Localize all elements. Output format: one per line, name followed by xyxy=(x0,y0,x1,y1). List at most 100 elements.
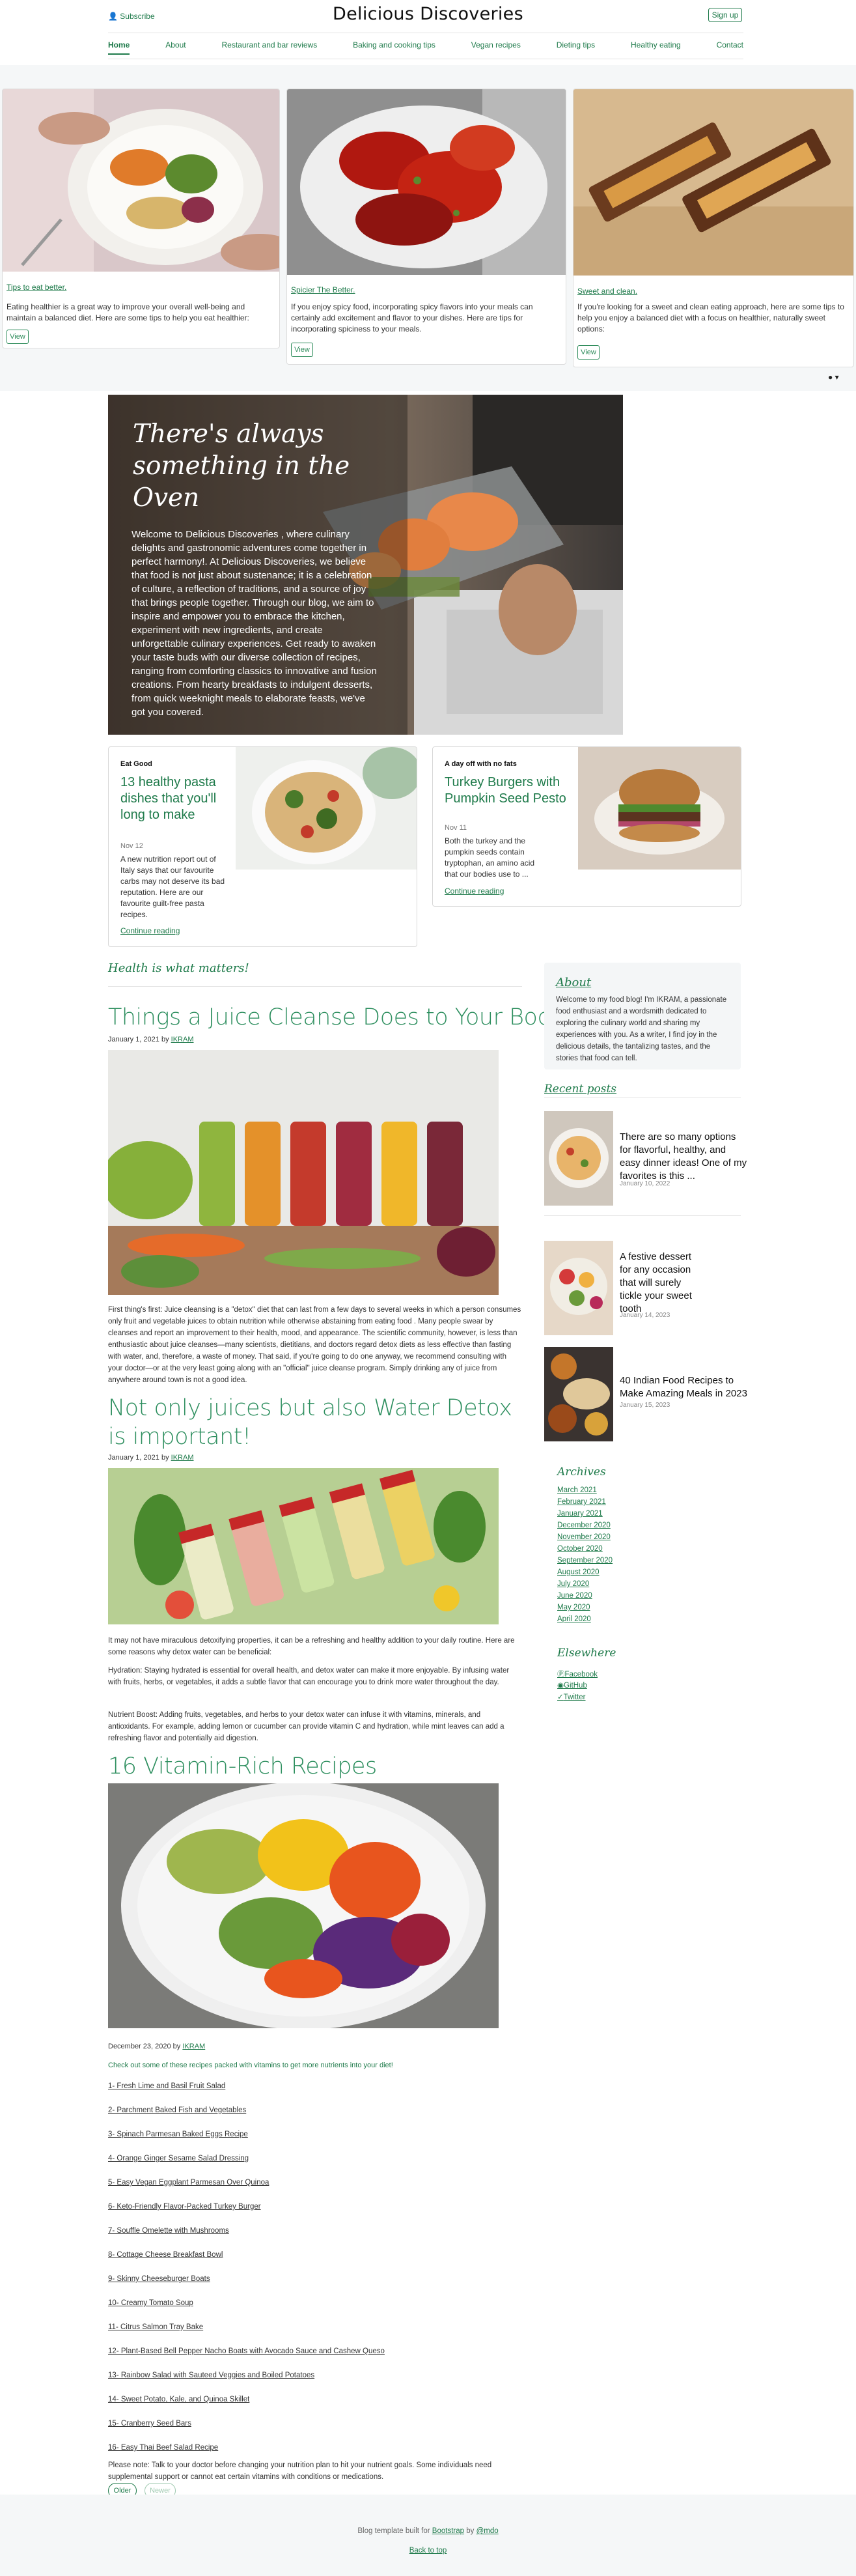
post-image-vitamin-bowl xyxy=(108,1783,499,2028)
post-paragraph: It may not have miraculous detoxifying p… xyxy=(108,1637,515,1656)
continue-reading-link[interactable]: Continue reading xyxy=(120,926,180,935)
recent-post-title[interactable]: There are so many options for flavorful,… xyxy=(620,1131,747,1183)
recipe-link[interactable]: 12- Plant-Based Bell Pepper Nacho Boats … xyxy=(108,2347,385,2355)
post-author-link[interactable]: IKRAM xyxy=(171,1036,194,1043)
card-text: If you enjoy spicy food, incorporating s… xyxy=(291,302,533,333)
carousel-card: Spicier The Better. If you enjoy spicy f… xyxy=(286,89,566,365)
carousel-indicator[interactable]: ● ▾ xyxy=(828,373,839,382)
archive-link[interactable]: July 2020 xyxy=(557,1580,589,1588)
hero-text: Welcome to Delicious Discoveries , where… xyxy=(131,529,377,718)
recipe-link[interactable]: 5- Easy Vegan Eggplant Parmesan Over Qui… xyxy=(108,2179,269,2187)
nav-about[interactable]: About xyxy=(165,40,186,55)
elsewhere-title: Elsewhere xyxy=(557,1647,616,1660)
recent-post-thumbnail[interactable] xyxy=(544,1347,613,1441)
featured-title[interactable]: Turkey Burgers with Pumpkin Seed Pesto xyxy=(445,774,575,807)
recipe-link[interactable]: 6- Keto-Friendly Flavor-Packed Turkey Bu… xyxy=(108,2203,261,2211)
post-title[interactable]: Things a Juice Cleanse Does to Your Body xyxy=(108,1003,565,1032)
archive-link[interactable]: December 2020 xyxy=(557,1522,611,1529)
card-title[interactable]: Tips to eat better. xyxy=(7,283,66,292)
back-to-top-link[interactable]: Back to top xyxy=(0,2547,856,2555)
recipe-link[interactable]: 8- Cottage Cheese Breakfast Bowl xyxy=(108,2251,223,2259)
recent-divider xyxy=(544,1215,741,1216)
recent-post-title[interactable]: A festive dessert for any occasion that … xyxy=(620,1251,698,1316)
nav-healthy-eating[interactable]: Healthy eating xyxy=(631,40,681,55)
recipe-link[interactable]: 10- Creamy Tomato Soup xyxy=(108,2299,193,2307)
archive-link[interactable]: February 2021 xyxy=(557,1498,606,1506)
section-title: Health is what matters! xyxy=(108,961,249,975)
bootstrap-link[interactable]: Bootstrap xyxy=(432,2527,464,2535)
nav-baking-tips[interactable]: Baking and cooking tips xyxy=(353,40,435,55)
nav-home[interactable]: Home xyxy=(108,40,130,55)
recent-posts-title: Recent posts xyxy=(544,1083,617,1096)
post-paragraph: Nutrient Boost: Adding fruits, vegetable… xyxy=(108,1711,504,1742)
signup-button[interactable]: Sign up xyxy=(708,8,742,22)
recent-post-date: January 14, 2023 xyxy=(620,1312,670,1319)
featured-image-burger xyxy=(578,747,741,870)
recipe-link[interactable]: 16- Easy Thai Beef Salad Recipe xyxy=(108,2444,218,2452)
archive-link[interactable]: June 2020 xyxy=(557,1592,592,1600)
hero-title: There's always something in the Oven xyxy=(133,419,350,513)
subscribe-label: Subscribe xyxy=(120,12,155,21)
twitter-link[interactable]: ✓Twitter xyxy=(557,1692,586,1701)
recipe-link[interactable]: 11- Citrus Salmon Tray Bake xyxy=(108,2323,203,2331)
card-image-sweet-bars xyxy=(573,89,853,276)
post-intro: Check out some of these recipes packed w… xyxy=(108,2061,393,2069)
recipe-link[interactable]: 1- Fresh Lime and Basil Fruit Salad xyxy=(108,2082,225,2090)
github-link[interactable]: ◉GitHub xyxy=(557,1680,587,1690)
post-date: December 23, 2020 by xyxy=(108,2043,181,2050)
nav-vegan-recipes[interactable]: Vegan recipes xyxy=(471,40,521,55)
featured-category: A day off with no fats xyxy=(445,760,517,768)
twitter-icon: ✓ xyxy=(557,1693,564,1701)
recipe-link[interactable]: 3- Spinach Parmesan Baked Eggs Recipe xyxy=(108,2130,248,2138)
archive-link[interactable]: March 2021 xyxy=(557,1486,597,1494)
nav-dieting-tips[interactable]: Dieting tips xyxy=(557,40,595,55)
card-view-button[interactable]: View xyxy=(577,345,600,360)
site-brand[interactable]: Delicious Discoveries xyxy=(312,4,544,24)
recent-post-thumbnail[interactable] xyxy=(544,1111,613,1206)
archive-link[interactable]: November 2020 xyxy=(557,1533,611,1541)
card-view-button[interactable]: View xyxy=(7,330,29,344)
featured-title[interactable]: 13 healthy pasta dishes that you'll long… xyxy=(120,774,234,823)
nav-contact[interactable]: Contact xyxy=(717,40,743,55)
mdo-link[interactable]: @mdo xyxy=(476,2527,499,2535)
featured-text: Both the turkey and the pumpkin seeds co… xyxy=(445,836,535,879)
archive-link[interactable]: September 2020 xyxy=(557,1557,613,1564)
recipe-link[interactable]: 15- Cranberry Seed Bars xyxy=(108,2420,191,2427)
archive-link[interactable]: April 2020 xyxy=(557,1615,591,1623)
site-header: 👤 Subscribe Delicious Discoveries Sign u… xyxy=(0,0,856,65)
nav-restaurant-reviews[interactable]: Restaurant and bar reviews xyxy=(221,40,317,55)
post-body: First thing's first: Juice cleansing is … xyxy=(108,1306,521,1384)
card-title[interactable]: Sweet and clean. xyxy=(577,287,637,296)
post-meta: January 1, 2021 by IKRAM xyxy=(108,1454,193,1462)
post-title[interactable]: Not only juices but also Water Detox is … xyxy=(108,1394,522,1451)
continue-reading-link[interactable]: Continue reading xyxy=(445,886,504,896)
facebook-link[interactable]: ⓅFacebook xyxy=(557,1669,598,1679)
post-image-detox-water xyxy=(108,1468,499,1624)
recent-post-thumbnail[interactable] xyxy=(544,1241,613,1335)
recipe-link[interactable]: 14- Sweet Potato, Kale, and Quinoa Skill… xyxy=(108,2396,249,2403)
archive-link[interactable]: May 2020 xyxy=(557,1604,590,1611)
archive-link[interactable]: August 2020 xyxy=(557,1568,600,1576)
recipe-link[interactable]: 13- Rainbow Salad with Sauteed Veggies a… xyxy=(108,2371,314,2379)
carousel-card: Sweet and clean. If you're looking for a… xyxy=(573,89,854,367)
card-view-button[interactable]: View xyxy=(291,343,313,357)
post-author-link[interactable]: IKRAM xyxy=(182,2043,205,2050)
facebook-icon: Ⓟ xyxy=(557,1671,565,1678)
recent-image-dessert xyxy=(544,1241,613,1335)
recipe-link[interactable]: 7- Souffle Omelette with Mushrooms xyxy=(108,2227,229,2235)
recipe-link[interactable]: 2- Parchment Baked Fish and Vegetables xyxy=(108,2106,246,2114)
featured-date: Nov 12 xyxy=(120,842,143,850)
card-title[interactable]: Spicier The Better. xyxy=(291,285,355,294)
recipe-link[interactable]: 4- Orange Ginger Sesame Salad Dressing xyxy=(108,2155,249,2162)
recipe-link[interactable]: 9- Skinny Cheeseburger Boats xyxy=(108,2275,210,2283)
recent-post-title[interactable]: 40 Indian Food Recipes to Make Amazing M… xyxy=(620,1374,747,1400)
recent-post-date: January 15, 2023 xyxy=(620,1402,670,1409)
hero-banner: There's always something in the Oven Wel… xyxy=(108,395,623,735)
subscribe-link[interactable]: 👤 Subscribe xyxy=(108,12,155,21)
post-author-link[interactable]: IKRAM xyxy=(171,1454,194,1462)
main-nav: Home About Restaurant and bar reviews Ba… xyxy=(108,40,743,55)
post-title[interactable]: 16 Vitamin-Rich Recipes xyxy=(108,1752,377,1781)
archive-link[interactable]: October 2020 xyxy=(557,1545,603,1553)
twitter-label: Twitter xyxy=(563,1693,586,1701)
archive-link[interactable]: January 2021 xyxy=(557,1510,603,1518)
